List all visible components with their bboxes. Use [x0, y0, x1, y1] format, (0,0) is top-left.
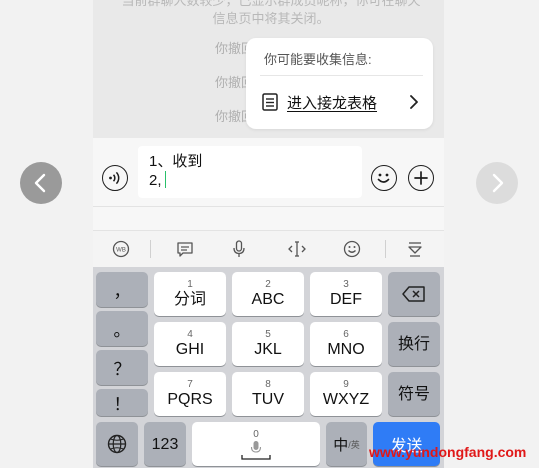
key-6-mno[interactable]: 6 MNO: [310, 322, 382, 366]
plus-icon: [414, 171, 428, 185]
smiley-icon: [377, 173, 390, 183]
voice-input-button[interactable]: [102, 165, 128, 191]
ime-logo-icon: WB: [112, 240, 130, 258]
watermark-text: www.yundongfang.com: [369, 444, 527, 460]
chat-area: 当前群聊人数较少，已显示群成员昵称，你可在聊天信息页中将其关闭。 你撤回了一条消…: [93, 0, 444, 138]
backspace-key[interactable]: [388, 272, 440, 316]
number-switch-key[interactable]: 123: [144, 422, 186, 466]
punct-key-question[interactable]: ？: [96, 350, 148, 385]
divider: [385, 240, 386, 258]
punct-key-period[interactable]: 。: [96, 311, 148, 346]
more-functions-button[interactable]: [408, 165, 434, 191]
space-key[interactable]: 0: [192, 422, 320, 466]
chinese-english-toggle-key[interactable]: 中/英: [326, 422, 367, 466]
voice-wave-icon: [109, 171, 120, 185]
smiley-icon: [343, 240, 361, 258]
globe-icon: [107, 434, 127, 454]
emoji-button[interactable]: [371, 165, 397, 191]
enter-solitaire-table-label: 进入接龙表格: [287, 94, 378, 112]
previous-arrow-button[interactable]: [20, 162, 62, 204]
newline-key[interactable]: 换行: [388, 322, 440, 366]
punct-key-comma[interactable]: ，: [96, 272, 148, 307]
symbol-key[interactable]: 符号: [388, 372, 440, 416]
screen: 当前群聊人数较少，已显示群成员昵称，你可在聊天信息页中将其关闭。 你撤回了一条消…: [0, 0, 539, 468]
input-line: 1、收到: [149, 153, 203, 170]
input-line-with-caret: 2,: [149, 171, 351, 190]
key-9-wxyz[interactable]: 9 WXYZ: [310, 372, 382, 416]
microphone-icon: [233, 240, 245, 257]
chevron-right-icon: [492, 173, 504, 193]
globe-key[interactable]: [96, 422, 138, 466]
key-7-pqrs[interactable]: 7 PQRS: [154, 372, 226, 416]
popup-title: 你可能要收集信息:: [264, 52, 372, 67]
nine-key-keyboard: ， 。 ？ ！ 1 分词 2 ABC 3 DEF 4 GHI 5 JKL 6 MNO 换行 …: [93, 267, 444, 468]
collapse-keyboard-icon: [408, 242, 422, 257]
key-1-segment[interactable]: 1 分词: [154, 272, 226, 316]
message-text-field[interactable]: 1、收到 2,: [138, 146, 362, 198]
voice-typing-button[interactable]: [229, 239, 249, 259]
message-input-bar: 1、收到 2,: [93, 138, 444, 206]
backspace-icon: [402, 286, 425, 302]
emoji-panel-button[interactable]: [342, 239, 362, 259]
chevron-left-icon: [34, 173, 46, 193]
ime-logo-button[interactable]: WB: [111, 239, 131, 259]
text-caret: [164, 171, 167, 188]
svg-text:WB: WB: [116, 248, 126, 254]
list-doc-icon: [262, 93, 278, 111]
cursor-move-button[interactable]: [287, 239, 307, 259]
hide-keyboard-button[interactable]: [405, 239, 425, 259]
enter-solitaire-table-link[interactable]: 进入接龙表格: [262, 90, 419, 114]
suggestion-popup: 你可能要收集信息: 进入接龙表格: [246, 38, 433, 129]
punct-key-exclaim[interactable]: ！: [96, 389, 148, 416]
input-spacer: [93, 206, 444, 230]
space-mic-icon: [241, 440, 271, 460]
key-4-ghi[interactable]: 4 GHI: [154, 322, 226, 366]
chevron-right-icon: [410, 95, 418, 109]
next-arrow-button[interactable]: [476, 162, 518, 204]
system-notice: 当前群聊人数较少，已显示群成员昵称，你可在聊天信息页中将其关闭。: [121, 0, 421, 26]
key-8-tuv[interactable]: 8 TUV: [232, 372, 304, 416]
divider: [260, 75, 423, 76]
key-2-abc[interactable]: 2 ABC: [232, 272, 304, 316]
quick-reply-button[interactable]: [175, 239, 195, 259]
keyboard-toolbar: WB: [93, 230, 444, 267]
divider: [150, 240, 151, 258]
key-5-jkl[interactable]: 5 JKL: [232, 322, 304, 366]
cursor-move-icon: [288, 241, 306, 257]
key-3-def[interactable]: 3 DEF: [310, 272, 382, 316]
chat-bubble-icon: [177, 241, 193, 257]
phone-screen: 当前群聊人数较少，已显示群成员昵称，你可在聊天信息页中将其关闭。 你撤回了一条消…: [93, 0, 444, 468]
